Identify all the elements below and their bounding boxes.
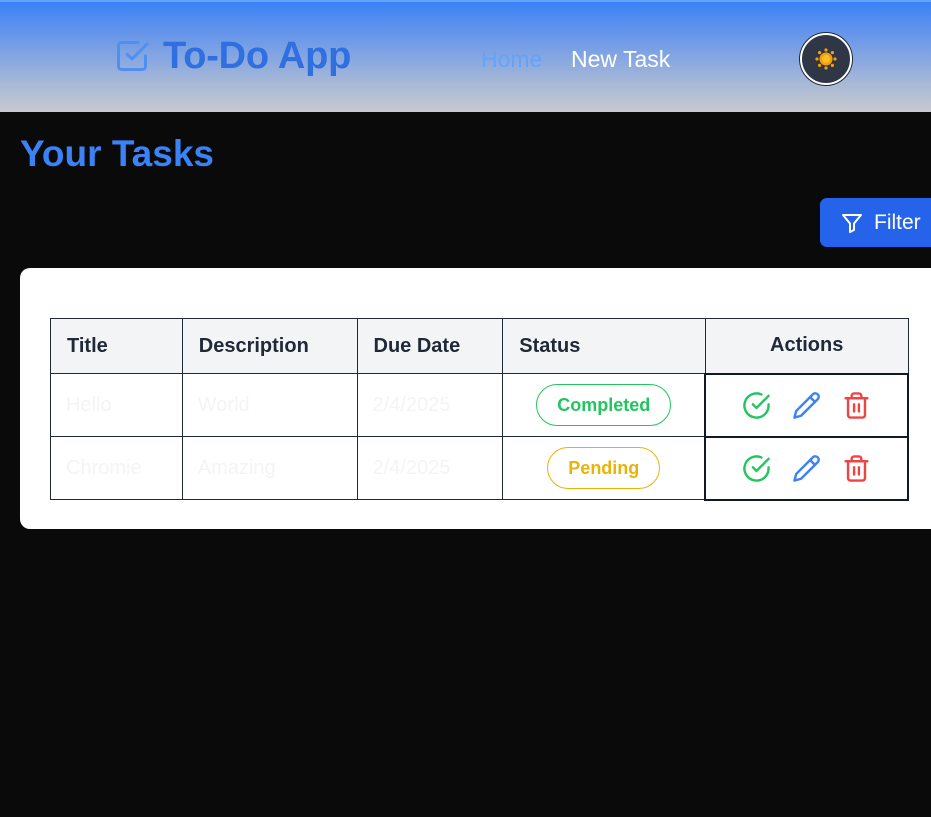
- task-due-date: 2/4/2025: [356, 436, 504, 500]
- task-due-date: 2/4/2025: [356, 373, 504, 437]
- column-header-status: Status: [502, 318, 706, 374]
- delete-button[interactable]: [842, 391, 871, 420]
- task-status-cell: Completed: [502, 373, 706, 437]
- trash-icon: [844, 391, 869, 419]
- complete-button[interactable]: [742, 391, 771, 420]
- sun-icon: [815, 48, 837, 70]
- pencil-icon: [793, 391, 821, 419]
- check-circle-icon: [743, 454, 770, 482]
- task-actions: [704, 435, 909, 501]
- filter-button-label: Filter: [874, 210, 921, 234]
- task-description: World: [181, 373, 358, 437]
- table-row: Chromie Amazing 2/4/2025 Pending: [50, 435, 909, 501]
- page-title: Your Tasks: [20, 133, 214, 174]
- status-badge: Completed: [536, 384, 672, 426]
- checkbox-icon: [117, 41, 149, 71]
- table-row: Hello World 2/4/2025 Completed: [50, 372, 909, 438]
- column-header-due-date: Due Date: [356, 318, 504, 374]
- navbar: To-Do App Home New Task: [0, 0, 931, 112]
- tasks-card: Title Description Due Date Status Action…: [20, 268, 931, 529]
- task-title: Hello: [50, 373, 183, 437]
- trash-icon: [844, 454, 869, 482]
- table-header-row: Title Description Due Date Status Action…: [50, 318, 909, 374]
- edit-button[interactable]: [792, 454, 821, 483]
- check-circle-icon: [743, 391, 770, 419]
- column-header-description: Description: [181, 318, 358, 374]
- nav-link-home[interactable]: Home: [481, 46, 542, 73]
- task-status-cell: Pending: [502, 436, 706, 500]
- task-title: Chromie: [50, 436, 183, 500]
- column-header-actions: Actions: [704, 318, 909, 374]
- delete-button[interactable]: [842, 454, 871, 483]
- brand-title: To-Do App: [163, 34, 352, 77]
- brand[interactable]: To-Do App: [114, 35, 351, 77]
- theme-toggle-button[interactable]: [800, 33, 852, 85]
- nav-link-new-task[interactable]: New Task: [571, 46, 670, 73]
- edit-button[interactable]: [792, 391, 821, 420]
- task-description: Amazing: [181, 436, 358, 500]
- status-badge: Pending: [547, 447, 661, 489]
- column-header-title: Title: [50, 318, 183, 374]
- tasks-table: Title Description Due Date Status Action…: [50, 318, 909, 501]
- filter-icon: [842, 213, 862, 233]
- task-actions: [704, 372, 909, 438]
- complete-button[interactable]: [742, 454, 771, 483]
- filter-button[interactable]: Filter: [820, 198, 931, 247]
- pencil-icon: [793, 454, 821, 482]
